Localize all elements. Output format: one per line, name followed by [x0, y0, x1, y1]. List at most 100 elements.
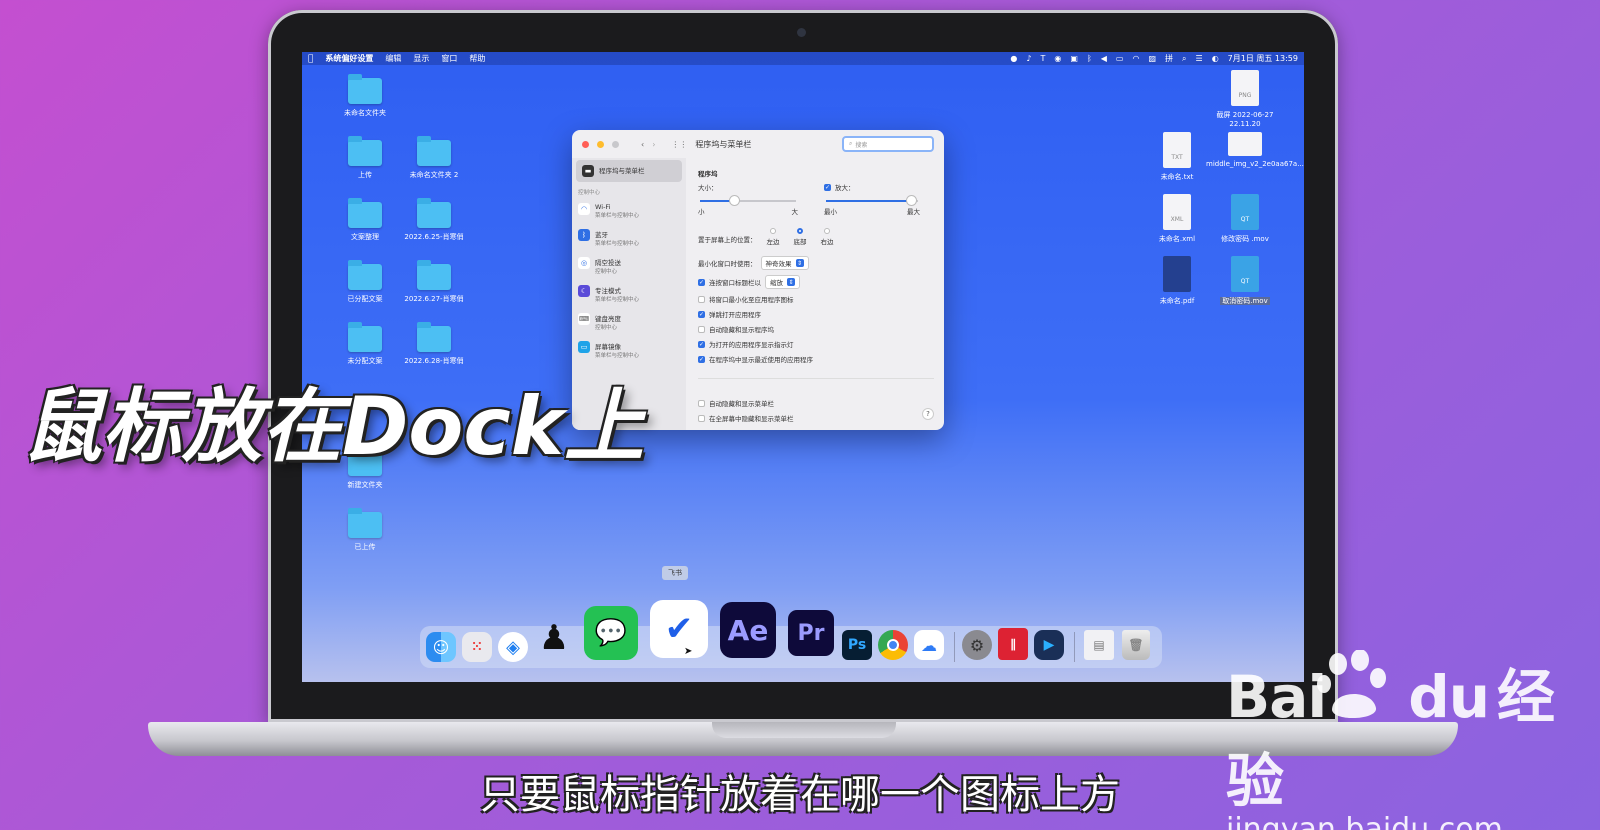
sidebar-item-dock[interactable]: ▬ 程序坞与菜单栏	[576, 160, 682, 182]
volume-icon[interactable]: ◀	[1101, 54, 1107, 63]
battery-icon[interactable]: ▭	[1116, 54, 1124, 63]
finder-icon[interactable]: ☺	[426, 632, 456, 662]
overlay-caption: 鼠标放在Dock上	[22, 380, 644, 473]
display-icon[interactable]: ▣	[1070, 54, 1078, 63]
status-circle-icon[interactable]: ●	[1010, 54, 1017, 63]
bell-icon[interactable]: ♪	[1026, 54, 1031, 63]
dblclick-checkbox[interactable]: ✓	[698, 278, 705, 286]
desktop-folder[interactable]: 已分配文案	[325, 260, 405, 304]
menu-window[interactable]: 窗口	[441, 53, 457, 64]
sidebar-item-airdrop[interactable]: ◎ 隔空投送 控制中心	[572, 252, 686, 280]
desktop-folder[interactable]: 2022.6.25-肖寒俏	[394, 198, 474, 242]
magnify-slider-fill	[826, 200, 911, 202]
feishu-icon[interactable]: ✔	[650, 600, 708, 658]
control-center-icon[interactable]: ☰	[1196, 54, 1203, 63]
recent-apps-checkbox[interactable]: ✓	[698, 355, 705, 363]
menu-edit[interactable]: 编辑	[385, 53, 401, 64]
sidebar-item-focus[interactable]: ☾ 专注模式 菜单栏与控制中心	[572, 280, 686, 308]
desktop-folder[interactable]: 上传	[325, 136, 405, 180]
grid-icon[interactable]: ⋮⋮	[671, 140, 687, 149]
size-slider-knob[interactable]	[729, 196, 739, 205]
baidu-netdisk-icon[interactable]: ☁	[914, 630, 944, 660]
position-left-radio[interactable]: 左边	[767, 228, 780, 246]
zoom-button[interactable]	[612, 140, 619, 148]
menu-help[interactable]: 帮助	[469, 53, 485, 64]
folder-label: 新建文件夹	[347, 481, 383, 489]
autohide-menubar-checkbox[interactable]	[698, 399, 705, 407]
sidebar-item-screen-mirroring[interactable]: ▭ 屏幕镜像 菜单栏与控制中心	[572, 336, 686, 364]
shield-icon[interactable]: ◉	[1054, 54, 1061, 63]
magnify-slider-knob[interactable]	[906, 196, 916, 205]
desktop-file[interactable]: TXT 未命名.txt	[1138, 132, 1216, 182]
preview-icon[interactable]: ▤	[1084, 630, 1114, 660]
close-button[interactable]	[582, 140, 589, 148]
size-slider[interactable]	[700, 196, 796, 205]
sidebar-item-wifi[interactable]: ◠ Wi-Fi 菜单栏与控制中心	[572, 198, 686, 224]
magnify-checkbox[interactable]: ✓	[824, 183, 831, 191]
desktop-folder[interactable]: 未命名文件夹	[325, 74, 405, 118]
minimize-to-icon-checkbox[interactable]	[698, 295, 705, 303]
radio-icon	[824, 228, 830, 234]
search-input[interactable]: ⌕ 搜索	[842, 136, 934, 152]
forward-icon[interactable]: ›	[652, 140, 655, 149]
after-effects-icon[interactable]: Ae	[720, 602, 776, 658]
chevron-updown-icon: ⇕	[795, 259, 804, 267]
desktop-file[interactable]: 未命名.pdf	[1138, 256, 1216, 306]
safari-icon[interactable]: ◈	[498, 632, 528, 662]
menu-clock[interactable]: 7月1日 周五 13:59	[1228, 53, 1298, 64]
minimize-effect-select[interactable]: 神奇效果 ⇕	[760, 256, 809, 270]
bounce-checkbox[interactable]: ✓	[698, 310, 705, 318]
desktop-folder[interactable]: 已上传	[325, 508, 405, 552]
folder-label: 未命名文件夹	[344, 109, 386, 117]
menu-view[interactable]: 显示	[413, 53, 429, 64]
chrome-icon[interactable]	[878, 630, 908, 660]
sidebar-item-label: 屏幕镜像	[595, 343, 621, 351]
position-right-radio[interactable]: 右边	[821, 228, 834, 246]
help-button[interactable]: ?	[922, 408, 934, 420]
minimize-button[interactable]	[597, 140, 604, 148]
wechat-icon[interactable]: 💬	[584, 606, 638, 660]
position-bottom-radio[interactable]: 底部	[794, 228, 807, 246]
bluetooth-icon[interactable]: ᛒ	[1087, 54, 1092, 63]
menu-app-name[interactable]: 系统偏好设置	[325, 53, 373, 64]
desktop-folder[interactable]: 2022.6.28-肖寒俏	[394, 322, 474, 366]
photoshop-icon[interactable]: Ps	[842, 630, 872, 660]
watermark-brand-a: Bai	[1226, 663, 1327, 731]
sidebar-item-keyboard-brightness[interactable]: ⌨ 键盘亮度 控制中心	[572, 308, 686, 336]
bluetooth-icon: ᛒ	[578, 229, 590, 241]
indicator-checkbox[interactable]: ✓	[698, 340, 705, 348]
system-preferences-icon[interactable]: ⚙	[962, 630, 992, 660]
desktop-file[interactable]: middle_img_v2_2e0aa67a...09g.png	[1206, 132, 1304, 168]
text-icon[interactable]: T	[1041, 54, 1046, 63]
player-icon[interactable]: ▶	[1034, 630, 1064, 660]
desktop-file[interactable]: XML 未命名.xml	[1138, 194, 1216, 244]
parallels-icon[interactable]: ∥	[998, 628, 1028, 660]
desktop-file[interactable]: QT 修改密码 .mov	[1206, 194, 1284, 244]
dblclick-select[interactable]: 缩放 ⇕	[765, 275, 800, 289]
input-method-icon[interactable]: 拼	[1165, 53, 1173, 64]
desktop-folder[interactable]: 未分配文案	[325, 322, 405, 366]
desktop-file[interactable]: QT 取消密码.mov	[1206, 256, 1284, 306]
dock-separator	[1074, 632, 1075, 662]
sidebar-item-bluetooth[interactable]: ᛒ 蓝牙 菜单栏与控制中心	[572, 224, 686, 252]
desktop-folder[interactable]: 文案整理	[325, 198, 405, 242]
search-icon[interactable]: ⌕	[1182, 54, 1186, 64]
folder-label: 2022.6.25-肖寒俏	[404, 233, 464, 241]
sidebar-item-sub: 菜单栏与控制中心	[595, 297, 640, 303]
apple-menu-icon[interactable]: 	[308, 54, 313, 64]
premiere-icon[interactable]: Pr	[788, 610, 834, 656]
trash-icon[interactable]: 🗑	[1122, 630, 1150, 660]
autohide-dock-checkbox[interactable]	[698, 325, 705, 333]
fullscreen-menubar-checkbox[interactable]	[698, 414, 705, 422]
desktop-folder[interactable]: 2022.6.27-肖寒俏	[394, 260, 474, 304]
siri-icon[interactable]: ◐	[1212, 54, 1219, 63]
image-icon[interactable]: ▨	[1148, 54, 1156, 63]
launchpad-icon[interactable]: ⁙	[462, 632, 492, 662]
qq-icon[interactable]: ♟	[534, 614, 574, 662]
desktop-folder[interactable]: 未命名文件夹 2	[394, 136, 474, 180]
file-label: 截屏 2022-06-27 22.11.20	[1216, 111, 1274, 128]
desktop-file[interactable]: PNG 截屏 2022-06-27 22.11.20	[1206, 70, 1284, 128]
wifi-icon[interactable]: ◠	[1132, 54, 1139, 63]
back-icon[interactable]: ‹	[641, 140, 644, 149]
magnify-slider[interactable]	[826, 196, 918, 205]
